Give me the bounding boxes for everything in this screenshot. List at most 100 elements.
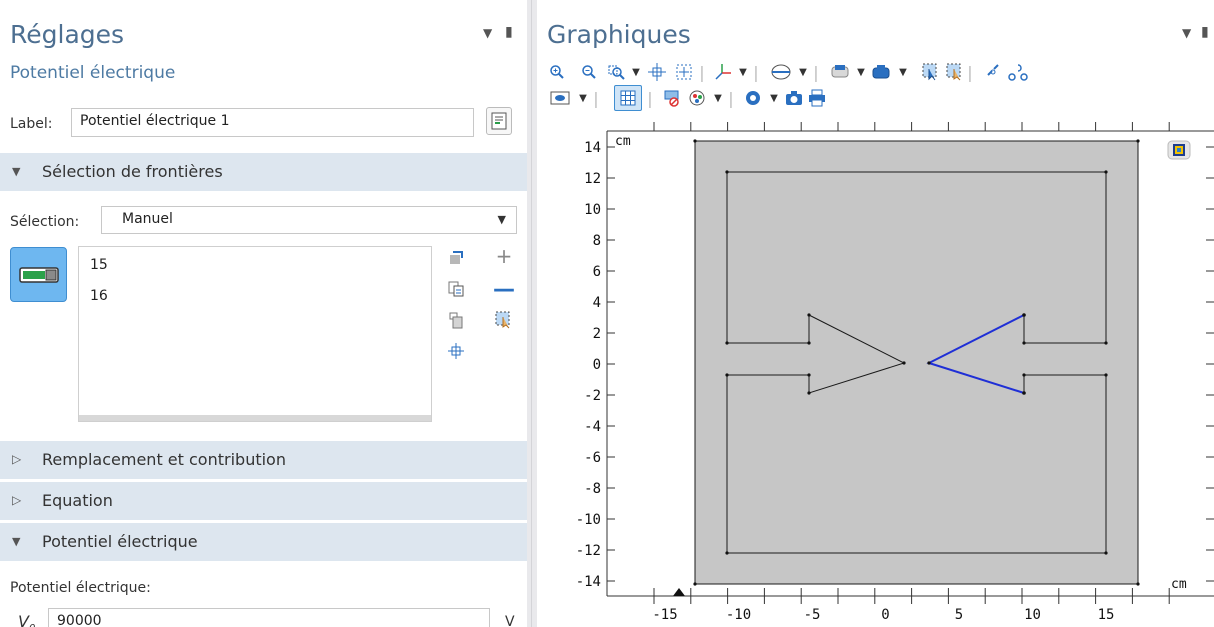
clear-selection-icon[interactable]	[446, 310, 466, 330]
y-tick-label: -12	[576, 543, 601, 559]
print-icon[interactable]	[807, 88, 827, 108]
axis-dropdown-icon[interactable]: ▼	[733, 62, 753, 82]
graphics-canvas[interactable]: 14 12 10 8 6 4 2 0 -2 -4 -6 -8 -10 -12 -…	[537, 116, 1214, 627]
toolbar-separator: |	[593, 88, 599, 108]
y-tick-label: -8	[584, 481, 601, 497]
label-reset-button[interactable]	[486, 107, 512, 135]
panel-menu-icon[interactable]: ▼	[1182, 26, 1191, 40]
list-item[interactable]: 16	[90, 288, 108, 304]
graphics-title: Graphiques	[547, 20, 691, 49]
selection-icon[interactable]	[771, 62, 791, 82]
outer-domain[interactable]	[694, 140, 1139, 585]
chevron-down-icon: ▼	[497, 213, 506, 226]
center-icon[interactable]	[674, 62, 694, 82]
selection-dropdown[interactable]: Manuel ▼	[101, 206, 517, 234]
select-box-icon[interactable]	[921, 62, 941, 82]
render-icon[interactable]	[687, 88, 707, 108]
v0-field[interactable]: 90000	[48, 608, 490, 627]
link-selection-icon[interactable]	[1007, 62, 1031, 82]
y-tick-label: 12	[584, 171, 601, 187]
collapsed-icon: ▷	[12, 493, 22, 507]
v0-symbol: V0	[18, 612, 35, 627]
y-tick-label: 8	[593, 233, 601, 249]
section-boundary-selection[interactable]: ▼ Sélection de frontières	[0, 153, 527, 191]
x-tick-label: 5	[955, 607, 963, 623]
x-tick-label: -15	[652, 607, 677, 623]
paste-selection-icon[interactable]	[446, 248, 466, 268]
section-equation-label: Equation	[42, 491, 113, 510]
y-tick-label: -2	[584, 388, 601, 404]
toolbar-separator: |	[967, 62, 973, 82]
settings-subtitle: Potentiel électrique	[10, 63, 176, 83]
scene-light-icon[interactable]	[743, 88, 763, 108]
graphics-panel: Graphiques ▼ ▮ ▼ | ▼ | ▼ | ▼ ▼ | ▼ | | ▼	[537, 0, 1214, 627]
toolbar-separator: |	[728, 88, 734, 108]
light-dropdown-icon[interactable]: ▼	[893, 62, 913, 82]
grid-icon	[620, 90, 636, 106]
toolbar-separator: |	[647, 88, 653, 108]
section-override-label: Remplacement et contribution	[42, 450, 286, 469]
panel-splitter[interactable]	[527, 0, 537, 627]
transparency-dropdown-icon[interactable]: ▼	[851, 62, 871, 82]
settings-title: Réglages	[10, 20, 125, 49]
y-tick-label: 4	[593, 295, 601, 311]
selection-dropdown-value: Manuel	[122, 211, 173, 227]
section-boundary-label: Sélection de frontières	[42, 162, 223, 181]
v0-unit: V	[505, 614, 515, 627]
y-tick-label: 6	[593, 264, 601, 280]
orientation-cube-icon[interactable]	[1167, 140, 1191, 160]
toolbar-separator: |	[813, 62, 819, 82]
camera-icon[interactable]	[784, 88, 804, 108]
y-tick-label: -4	[584, 419, 601, 435]
axis-icon[interactable]	[713, 62, 733, 82]
horizontal-scrollbar[interactable]	[79, 415, 431, 421]
transparency-icon[interactable]	[830, 62, 850, 82]
wireframe-icon[interactable]	[662, 88, 682, 108]
document-icon	[491, 112, 507, 130]
view-dropdown-icon[interactable]: ▼	[573, 88, 593, 108]
link-icon[interactable]	[983, 62, 1003, 82]
zoom-selection-icon[interactable]	[494, 310, 514, 330]
section-electric-potential[interactable]: ▼ Potentiel électrique	[0, 523, 527, 561]
y-tick-label: 2	[593, 326, 601, 342]
settings-panel: Réglages Potentiel électrique ▼ ▮ Label:…	[0, 0, 527, 627]
copy-selection-icon[interactable]	[446, 279, 466, 299]
unit-label-top: cm	[615, 134, 631, 149]
y-tick-label: -10	[576, 512, 601, 528]
activate-selection-button[interactable]	[10, 247, 67, 302]
grid-toggle-button[interactable]	[614, 85, 642, 111]
light-icon[interactable]	[871, 62, 891, 82]
x-tick-label: 15	[1098, 607, 1115, 623]
list-item[interactable]: 15	[90, 257, 108, 273]
select-all-icon[interactable]	[945, 62, 965, 82]
zoom-extents-icon[interactable]	[647, 62, 667, 82]
pin-icon[interactable]: ▮	[1201, 24, 1209, 40]
app-window: Réglages Potentiel électrique ▼ ▮ Label:…	[0, 0, 1214, 627]
unit-label-right: cm	[1171, 577, 1187, 592]
zoom-dropdown-icon[interactable]: ▼	[626, 62, 646, 82]
section-equation[interactable]: ▷ Equation	[0, 482, 527, 520]
view-icon[interactable]	[549, 88, 571, 108]
toolbar-separator: |	[753, 62, 759, 82]
zoom-in-icon[interactable]	[547, 62, 567, 82]
selection-caption: Sélection:	[10, 214, 80, 230]
remove-icon[interactable]: —	[493, 277, 515, 302]
toggle-selection-icon	[18, 266, 59, 283]
zoom-out-icon[interactable]	[579, 62, 599, 82]
label-field[interactable]: Potentiel électrique 1	[71, 108, 474, 137]
y-tick-label: 0	[593, 357, 601, 373]
scene-dropdown-icon[interactable]: ▼	[764, 88, 784, 108]
x-tick-label: 0	[881, 607, 889, 623]
panel-menu-icon[interactable]: ▼	[483, 26, 492, 40]
selection-dropdown-icon[interactable]: ▼	[793, 62, 813, 82]
render-dropdown-icon[interactable]: ▼	[708, 88, 728, 108]
x-tick-label: -5	[804, 607, 821, 623]
selection-list[interactable]: 15 16	[78, 246, 432, 422]
zoom-box-icon[interactable]	[607, 62, 627, 82]
y-tick-label: 10	[584, 202, 601, 218]
section-override-contribution[interactable]: ▷ Remplacement et contribution	[0, 441, 527, 479]
add-icon[interactable]: +	[494, 244, 514, 268]
expanded-icon: ▼	[12, 165, 21, 178]
pin-icon[interactable]: ▮	[505, 24, 513, 40]
move-selection-icon[interactable]	[446, 341, 466, 361]
